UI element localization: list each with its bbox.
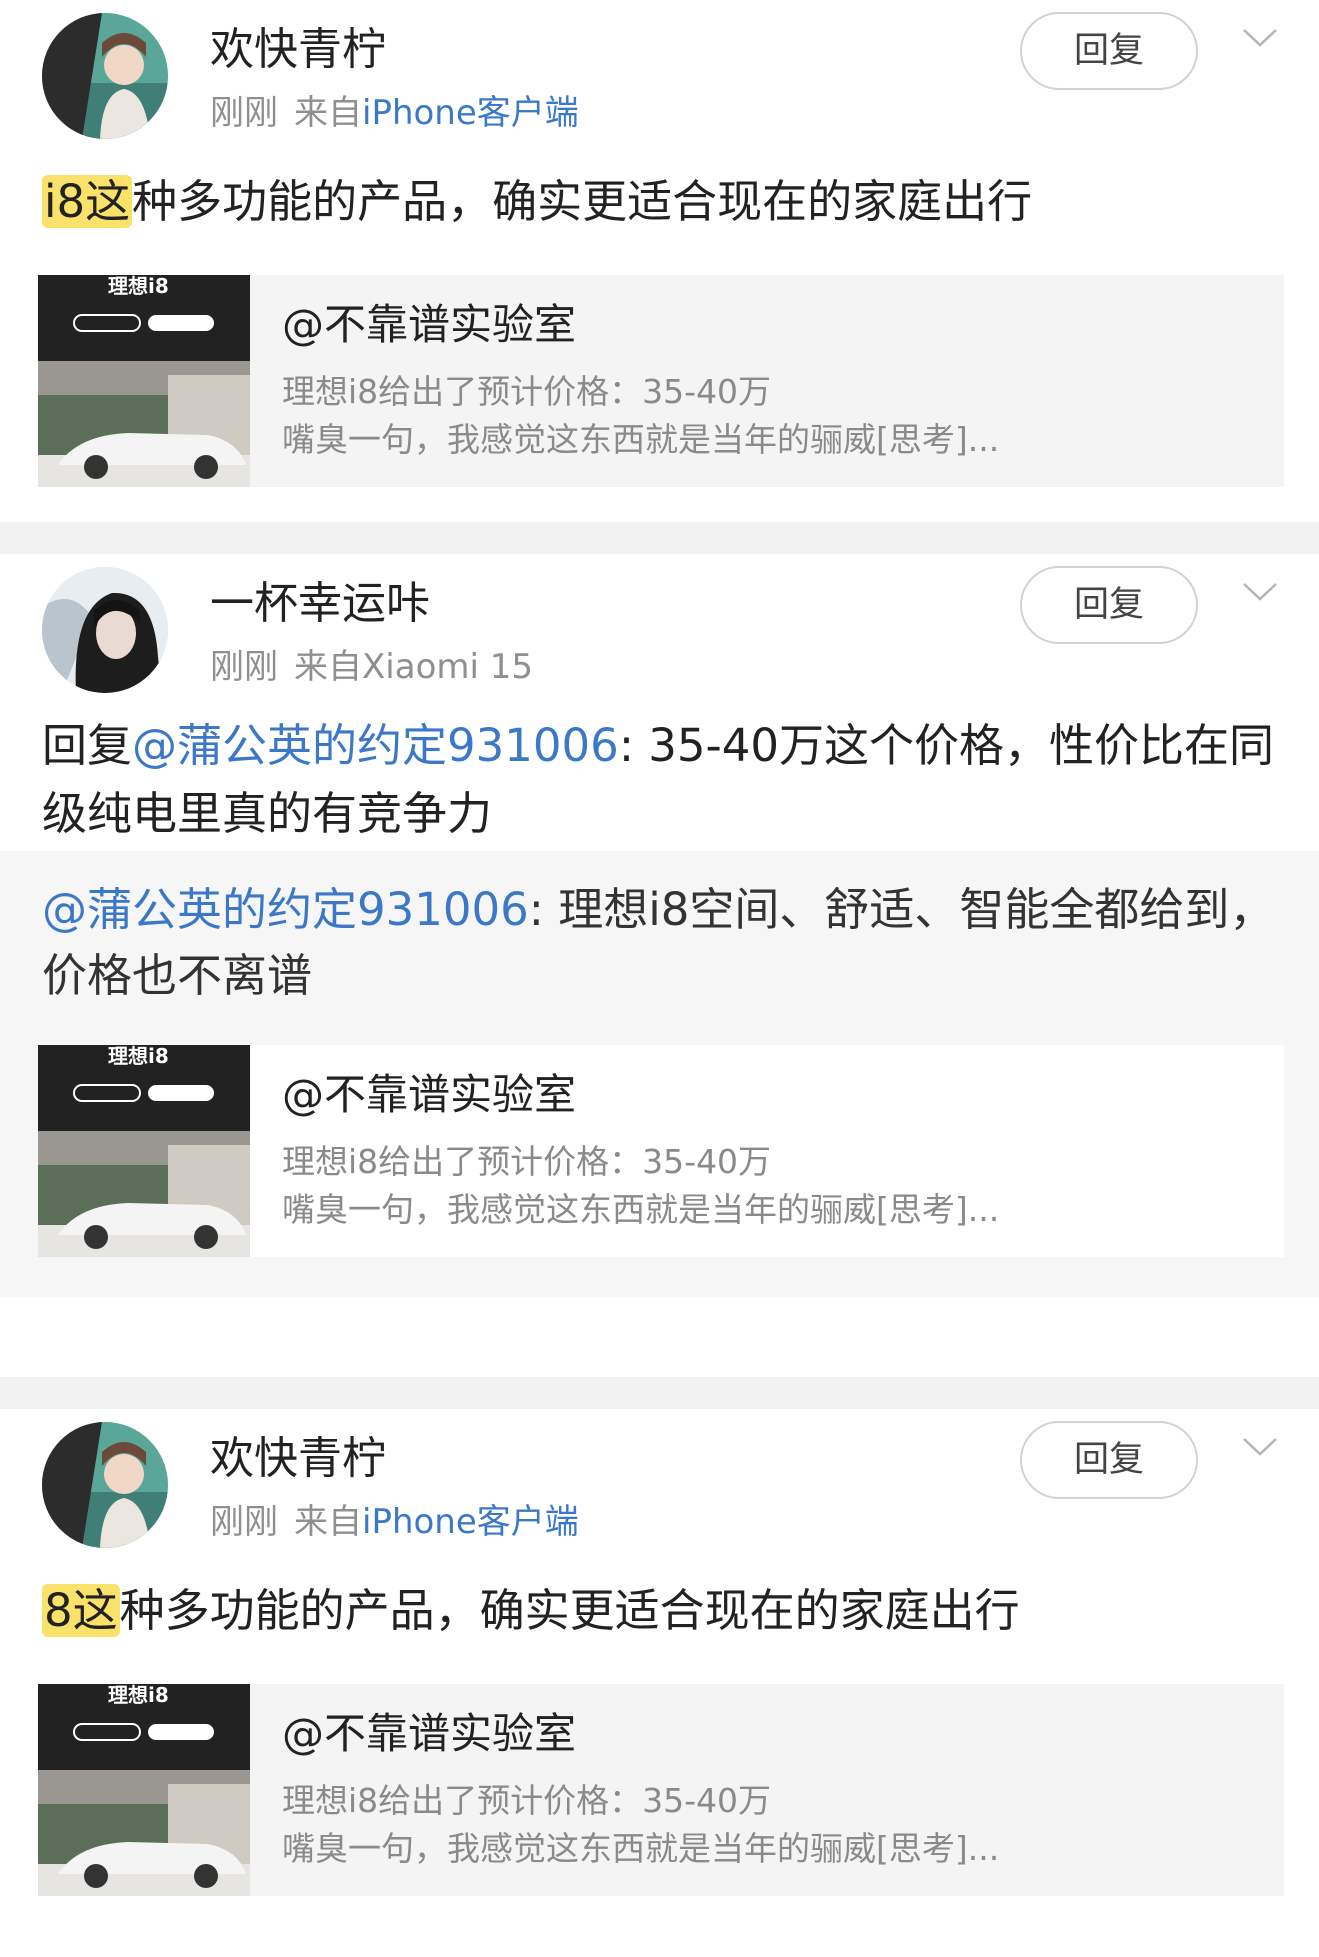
avatar[interactable] <box>42 13 168 139</box>
comment-card: 欢快青柠 刚刚 来自iPhone客户端 回复 8这种多功能的产品，确实更适合现在的… <box>0 1409 1319 1957</box>
chevron-down-icon[interactable] <box>1240 1427 1280 1467</box>
link-line-2: 嘴臭一句，我感觉这东西就是当年的骊威[思考]... <box>282 1829 1000 1868</box>
client-name: Xiaomi 15 <box>362 647 534 687</box>
link-thumbnail: 理想i8 <box>38 1684 250 1896</box>
comment-card: 欢快青柠 刚刚 来自iPhone客户端 回复 i8这种多功能的产品，确实更适合现在… <box>0 0 1319 522</box>
avatar-image <box>42 13 168 139</box>
reply-prefix: 回复 <box>42 719 133 772</box>
link-thumbnail: 理想i8 <box>38 275 250 487</box>
comment-text: i8这种多功能的产品，确实更适合现在的家庭出行 <box>42 168 1289 236</box>
link-title: @不靠谱实验室 <box>282 300 577 349</box>
link-line-1: 理想i8给出了预计价格：35-40万 <box>282 1142 772 1181</box>
comment-text: 回复@蒲公英的约定931006: 35-40万这个价格，性价比在同级纯电里真的有… <box>42 712 1289 848</box>
link-thumbnail: 理想i8 <box>38 1045 250 1257</box>
chevron-down-icon[interactable] <box>1240 18 1280 58</box>
comment-card: 一杯幸运咔 刚刚 来自Xiaomi 15 回复 回复@蒲公英的约定931006: … <box>0 554 1319 1377</box>
avatar[interactable] <box>42 1422 168 1548</box>
thumb-title: 理想i8 <box>108 275 169 298</box>
comment-body: 种多功能的产品，确实更适合现在的家庭出行 <box>132 175 1033 228</box>
comment-meta: 刚刚 来自iPhone客户端 <box>210 1497 579 1547</box>
avatar-image <box>42 1422 168 1548</box>
link-title: @不靠谱实验室 <box>282 1070 577 1119</box>
avatar[interactable] <box>42 567 168 693</box>
thumb-title: 理想i8 <box>108 1045 169 1068</box>
highlighted-text: 8这 <box>42 1584 120 1637</box>
link-card[interactable]: 理想i8 @不靠谱实验室 理想i8给出了预计价格：35-40万 嘴臭一句，我感觉… <box>38 1045 1284 1257</box>
link-card[interactable]: 理想i8 @不靠谱实验室 理想i8给出了预计价格：35-40万 嘴臭一句，我感觉… <box>38 1684 1284 1896</box>
username[interactable]: 一杯幸运咔 <box>210 574 430 634</box>
chevron-down-icon[interactable] <box>1240 572 1280 612</box>
source-prefix: 来自 <box>294 1502 362 1542</box>
source-prefix: 来自 <box>294 93 362 133</box>
comment-body: 种多功能的产品，确实更适合现在的家庭出行 <box>119 1584 1020 1637</box>
post-time: 刚刚 <box>210 93 278 133</box>
reply-button[interactable]: 回复 <box>1020 566 1198 644</box>
link-title: @不靠谱实验室 <box>282 1709 577 1758</box>
mention-link[interactable]: @蒲公英的约定931006 <box>42 883 529 936</box>
quoted-comment[interactable]: @蒲公英的约定931006: 理想i8空间、舒适、智能全都给到，价格也不离谱 理… <box>0 851 1319 1297</box>
post-time: 刚刚 <box>210 647 278 687</box>
mention-link[interactable]: @蒲公英的约定931006 <box>132 719 619 772</box>
thumb-title: 理想i8 <box>108 1684 169 1707</box>
link-card[interactable]: 理想i8 @不靠谱实验室 理想i8给出了预计价格：35-40万 嘴臭一句，我感觉… <box>38 275 1284 487</box>
reply-button[interactable]: 回复 <box>1020 12 1198 90</box>
link-line-2: 嘴臭一句，我感觉这东西就是当年的骊威[思考]... <box>282 1190 1000 1229</box>
link-line-2: 嘴臭一句，我感觉这东西就是当年的骊威[思考]... <box>282 420 1000 459</box>
comment-meta: 刚刚 来自iPhone客户端 <box>210 88 579 138</box>
source-prefix: 来自 <box>294 647 362 687</box>
username[interactable]: 欢快青柠 <box>210 20 386 80</box>
comment-feed: 欢快青柠 刚刚 来自iPhone客户端 回复 i8这种多功能的产品，确实更适合现在… <box>0 0 1319 1957</box>
username[interactable]: 欢快青柠 <box>210 1429 386 1489</box>
avatar-image <box>42 567 168 693</box>
post-time: 刚刚 <box>210 1502 278 1542</box>
card-divider <box>0 522 1319 554</box>
card-divider <box>0 1377 1319 1409</box>
highlighted-text: i8这 <box>42 175 133 228</box>
reply-button[interactable]: 回复 <box>1020 1421 1198 1499</box>
link-line-1: 理想i8给出了预计价格：35-40万 <box>282 372 772 411</box>
client-name[interactable]: iPhone客户端 <box>362 93 579 133</box>
comment-meta: 刚刚 来自Xiaomi 15 <box>210 642 533 692</box>
comment-text: 8这种多功能的产品，确实更适合现在的家庭出行 <box>42 1577 1289 1645</box>
link-line-1: 理想i8给出了预计价格：35-40万 <box>282 1781 772 1820</box>
client-name[interactable]: iPhone客户端 <box>362 1502 579 1542</box>
quoted-text: @蒲公英的约定931006: 理想i8空间、舒适、智能全都给到，价格也不离谱 <box>42 877 1289 1009</box>
